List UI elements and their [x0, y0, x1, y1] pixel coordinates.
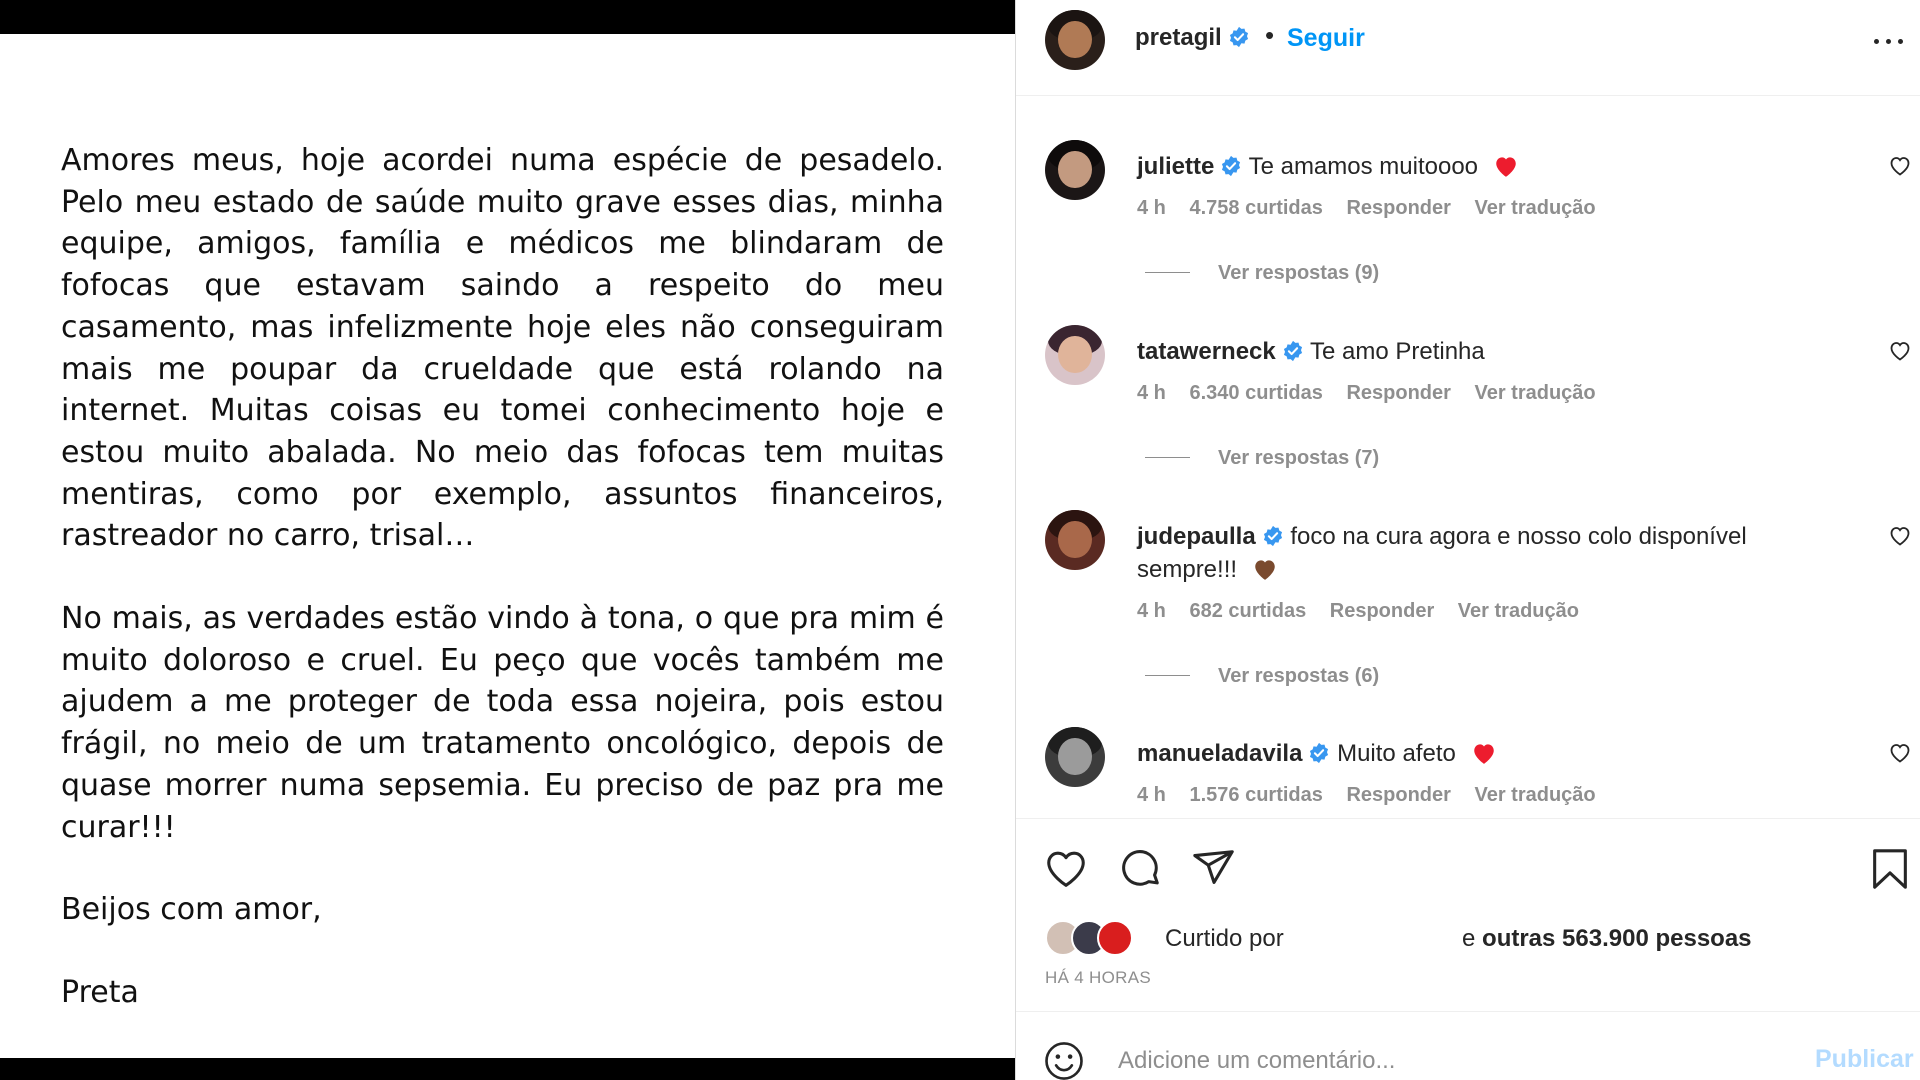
- comment-time: 4 h: [1137, 382, 1166, 404]
- view-replies-button[interactable]: Ver respostas (9): [1145, 262, 1379, 285]
- comment-meta: 4 h 682 curtidas Responder Ver tradução: [1137, 600, 1597, 623]
- comment-like-icon[interactable]: [1888, 154, 1912, 178]
- see-translation-button[interactable]: Ver tradução: [1458, 600, 1579, 622]
- comment-body: judepaulla foco na cura agora e nosso co…: [1137, 520, 1827, 586]
- view-replies-label[interactable]: Ver respostas (7): [1218, 447, 1379, 469]
- see-translation-button[interactable]: Ver tradução: [1474, 784, 1595, 806]
- post-time-ago[interactable]: HÁ 4 HORAS: [1045, 968, 1151, 988]
- post-header: pretagil • Seguir: [1016, 0, 1920, 96]
- comment-body: tatawerneck Te amo Pretinha: [1137, 335, 1827, 368]
- letter-paragraph-1: Amores meus, hoje acordei numa espécie d…: [61, 143, 944, 554]
- liked-by-label: Curtido por: [1165, 925, 1284, 952]
- commenter-avatar[interactable]: [1045, 140, 1105, 200]
- follow-button[interactable]: Seguir: [1287, 24, 1365, 53]
- commenter-avatar[interactable]: [1045, 325, 1105, 385]
- liked-by-others[interactable]: e outras 563.900 pessoas: [1462, 925, 1752, 953]
- replies-rule: [1145, 272, 1190, 273]
- commenter-avatar[interactable]: [1045, 510, 1105, 570]
- author-avatar[interactable]: [1045, 10, 1105, 70]
- image-top-bar: [0, 0, 1015, 34]
- comment-time: 4 h: [1137, 784, 1166, 806]
- comment-text: Te amo Pretinha: [1309, 338, 1485, 365]
- reply-button[interactable]: Responder: [1330, 600, 1434, 622]
- view-replies-button[interactable]: Ver respostas (7): [1145, 447, 1379, 470]
- red-heart-emoji-icon: [1473, 744, 1494, 764]
- post-image: Amores meus, hoje acordei numa espécie d…: [0, 0, 1015, 1080]
- letter-closing: Beijos com amor,: [61, 892, 322, 928]
- comment-text: Muito afeto: [1337, 740, 1456, 767]
- comment-body: juliette Te amamos muitoooo: [1137, 150, 1827, 183]
- liker-avatar[interactable]: [1097, 920, 1133, 956]
- post-side-panel: pretagil • Seguir juliette Te amamos mui…: [1016, 0, 1920, 1080]
- replies-rule: [1145, 457, 1190, 458]
- verified-badge-icon: [1310, 742, 1329, 764]
- separator-dot: •: [1265, 20, 1275, 50]
- view-replies-label[interactable]: Ver respostas (6): [1218, 665, 1379, 687]
- commenter-username[interactable]: judepaulla: [1137, 523, 1256, 550]
- comment-likes-count[interactable]: 4.758 curtidas: [1189, 197, 1322, 219]
- verified-badge-icon: [1229, 26, 1248, 48]
- letter-signature: Preta: [61, 974, 139, 1010]
- reply-button[interactable]: Responder: [1346, 382, 1450, 404]
- view-replies-button[interactable]: Ver respostas (6): [1145, 665, 1379, 688]
- comment-time: 4 h: [1137, 197, 1166, 219]
- post-letter: Amores meus, hoje acordei numa espécie d…: [61, 140, 944, 1055]
- comment-likes-count[interactable]: 6.340 curtidas: [1189, 382, 1322, 404]
- red-heart-emoji-icon: [1495, 157, 1516, 177]
- commenter-username[interactable]: tatawerneck: [1137, 338, 1276, 365]
- commenter-username[interactable]: juliette: [1137, 153, 1214, 180]
- see-translation-button[interactable]: Ver tradução: [1474, 197, 1595, 219]
- replies-rule: [1145, 675, 1190, 676]
- brown-heart-emoji-icon: [1254, 560, 1275, 580]
- add-comment-bar: Publicar: [1016, 1011, 1920, 1080]
- verified-badge-icon: [1283, 340, 1302, 362]
- comment-meta: 4 h 1.576 curtidas Responder Ver traduçã…: [1137, 784, 1614, 807]
- verified-badge-icon: [1222, 155, 1241, 177]
- emoji-picker-icon[interactable]: [1043, 1040, 1085, 1080]
- view-replies-label[interactable]: Ver respostas (9): [1218, 262, 1379, 284]
- comment-like-icon[interactable]: [1888, 524, 1912, 548]
- comment-like-icon[interactable]: [1888, 339, 1912, 363]
- comment-bubble-icon[interactable]: [1117, 846, 1163, 892]
- commenter-username[interactable]: manueladavila: [1137, 740, 1302, 767]
- image-bottom-bar: [0, 1058, 1015, 1080]
- comment-input[interactable]: [1118, 1042, 1738, 1080]
- commenter-avatar[interactable]: [1045, 727, 1105, 787]
- comment-meta: 4 h 6.340 curtidas Responder Ver traduçã…: [1137, 382, 1614, 405]
- liked-by-others-count[interactable]: outras 563.900 pessoas: [1482, 925, 1752, 952]
- reply-button[interactable]: Responder: [1346, 784, 1450, 806]
- letter-paragraph-2: No mais, as verdades estão vindo à tona,…: [61, 601, 944, 845]
- comment-time: 4 h: [1137, 600, 1166, 622]
- publish-button[interactable]: Publicar: [1815, 1045, 1914, 1074]
- like-heart-icon[interactable]: [1043, 846, 1089, 892]
- comment-text: Te amamos muitoooo: [1248, 153, 1479, 180]
- comment-body: manueladavila Muito afeto: [1137, 737, 1827, 770]
- see-translation-button[interactable]: Ver tradução: [1474, 382, 1595, 404]
- comment-meta: 4 h 4.758 curtidas Responder Ver traduçã…: [1137, 197, 1614, 220]
- comment-likes-count[interactable]: 682 curtidas: [1189, 600, 1306, 622]
- comment-likes-count[interactable]: 1.576 curtidas: [1189, 784, 1322, 806]
- author-username[interactable]: pretagil: [1135, 24, 1250, 52]
- verified-badge-icon: [1263, 525, 1282, 547]
- post-actions-bar: [1016, 818, 1920, 898]
- share-send-icon[interactable]: [1191, 846, 1237, 892]
- author-username-text[interactable]: pretagil: [1135, 24, 1222, 51]
- comment-like-icon[interactable]: [1888, 741, 1912, 765]
- liked-by-others-prefix: e: [1462, 925, 1476, 952]
- reply-button[interactable]: Responder: [1346, 197, 1450, 219]
- more-options-icon[interactable]: [1874, 22, 1908, 46]
- comments-list: juliette Te amamos muitoooo 4 h 4.758 cu…: [1016, 97, 1920, 817]
- save-bookmark-icon[interactable]: [1867, 846, 1913, 892]
